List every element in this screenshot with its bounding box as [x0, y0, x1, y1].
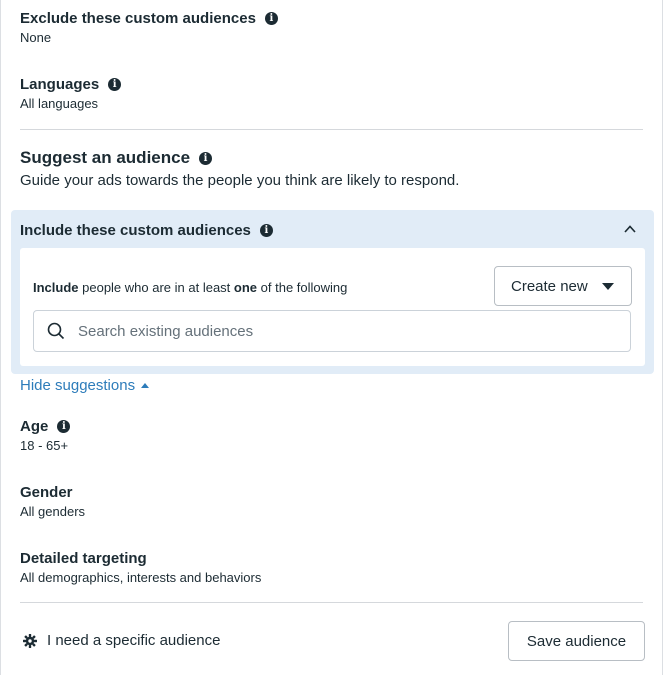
create-new-button[interactable]: Create new — [494, 266, 632, 306]
custom-audiences-body: Include people who are in at least one o… — [20, 248, 645, 366]
age-value: 18 - 65+ — [20, 438, 69, 453]
caret-down-icon — [601, 282, 614, 290]
age-field: Age i 18 - 65+ — [20, 416, 71, 453]
detailed-targeting-field: Detailed targeting All demographics, int… — [20, 548, 262, 586]
gear-icon — [23, 633, 37, 648]
detailed-targeting-value: All demographics, interests and behavior… — [20, 570, 262, 585]
search-audiences-field[interactable] — [33, 310, 631, 352]
custom-audiences-header: Include these custom audiences i — [20, 220, 273, 240]
divider — [20, 602, 643, 603]
age-label: Age — [20, 417, 49, 435]
audience-panel: Exclude these custom audiences i None La… — [0, 0, 663, 675]
exclude-audiences-label: Exclude these custom audiences — [20, 9, 256, 27]
gender-field: Gender All genders — [20, 482, 86, 520]
info-icon[interactable]: i — [264, 11, 278, 25]
info-icon[interactable]: i — [199, 151, 213, 165]
save-audience-button[interactable]: Save audience — [508, 621, 645, 661]
detailed-targeting-label: Detailed targeting — [20, 549, 147, 567]
suggest-audience-description: Guide your ads towards the people you th… — [20, 172, 460, 189]
search-icon — [47, 322, 65, 340]
languages-field: Languages i All languages — [20, 74, 122, 111]
search-audiences-input[interactable] — [78, 322, 598, 340]
suggest-audience-title: Suggest an audience i — [20, 147, 213, 169]
exclude-audiences-value: None — [20, 30, 52, 45]
divider — [20, 129, 643, 130]
gender-value: All genders — [20, 504, 86, 519]
gender-label: Gender — [20, 483, 73, 501]
languages-label: Languages — [20, 75, 100, 93]
hide-suggestions-link[interactable]: Hide suggestions — [20, 377, 150, 394]
info-icon[interactable]: i — [259, 223, 273, 237]
include-description: Include people who are in at least one o… — [33, 280, 348, 295]
info-icon[interactable]: i — [108, 77, 122, 91]
specific-audience-link[interactable]: I need a specific audience — [23, 632, 220, 649]
languages-value: All languages — [20, 96, 99, 111]
info-icon[interactable]: i — [57, 419, 71, 433]
caret-up-icon — [141, 383, 150, 388]
chevron-up-icon[interactable] — [624, 223, 636, 235]
exclude-audiences-field: Exclude these custom audiences i None — [20, 8, 278, 45]
custom-audiences-section: Include these custom audiences i Include… — [11, 210, 654, 374]
